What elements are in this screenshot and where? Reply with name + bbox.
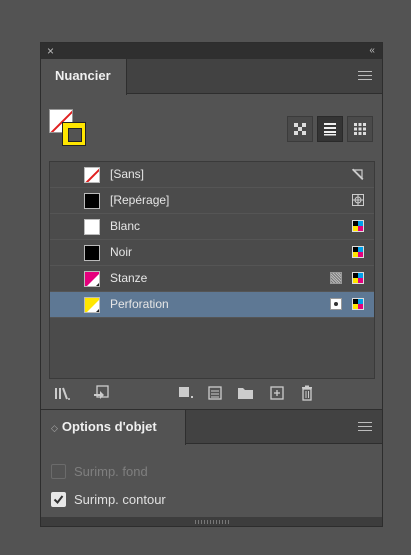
swatch-name: [Repérage]	[110, 193, 170, 207]
swatch-row-blanc[interactable]: Blanc	[50, 214, 374, 240]
tab-nuancier[interactable]: Nuancier	[41, 59, 127, 95]
small-swatch-view-button[interactable]	[287, 116, 313, 142]
swatches-toolbar	[49, 383, 375, 405]
swatch-name: Blanc	[110, 219, 141, 233]
swatch-row-noir[interactable]: Noir	[50, 240, 374, 266]
panel-menu-icon[interactable]	[358, 422, 372, 432]
resize-grip[interactable]	[195, 520, 229, 524]
panel-window: × ‹‹ Nuancier [Sans] [Repérage] Blanc No…	[40, 42, 383, 527]
spot-icon	[330, 298, 342, 310]
place-swatches-icon[interactable]	[93, 385, 111, 401]
swatch-none-chip	[84, 167, 100, 183]
object-options-panel: ◇ Options d'objet Surimp. fond Surimp. co…	[41, 409, 382, 526]
close-icon[interactable]: ×	[47, 44, 54, 58]
object-options-tabbar: ◇ Options d'objet	[41, 410, 382, 445]
new-swatch-icon[interactable]	[269, 385, 287, 401]
swatch-stanze-chip	[84, 271, 100, 287]
swatch-name: Noir	[110, 245, 133, 259]
fill-stroke-widget[interactable]	[49, 109, 89, 149]
overprint-stroke-checkbox[interactable]: Surimp. contour	[51, 490, 166, 508]
overprint-fill-checkbox[interactable]: Surimp. fond	[51, 462, 148, 480]
small-grid-icon	[294, 123, 306, 135]
swatch-name: Stanze	[110, 271, 148, 285]
show-color-swatches-icon[interactable]	[177, 385, 195, 401]
checkbox-box[interactable]	[51, 463, 66, 479]
swatch-row-perforation[interactable]: Perforation	[50, 292, 374, 318]
cmyk-icon	[352, 298, 364, 310]
registration-icon	[352, 194, 364, 206]
no-edit-icon	[352, 168, 364, 180]
swatch-perforation-chip	[84, 297, 100, 313]
trash-icon[interactable]	[299, 385, 317, 401]
panel-titlebar[interactable]: × ‹‹	[41, 43, 382, 59]
cmyk-icon	[352, 272, 364, 284]
checkbox-label: Surimp. fond	[74, 463, 148, 479]
checkbox-box[interactable]	[51, 491, 66, 507]
swatch-name: Perforation	[110, 297, 169, 311]
swatch-registration-chip	[84, 193, 100, 209]
swatch-row-registration[interactable]: [Repérage]	[50, 188, 374, 214]
list-icon	[324, 123, 336, 136]
checkmark-icon	[53, 494, 64, 504]
view-mode-buttons	[287, 116, 373, 142]
swatch-row-stanze[interactable]: Stanze	[50, 266, 374, 292]
checkbox-label: Surimp. contour	[74, 491, 166, 507]
swatch-options-icon[interactable]	[207, 385, 225, 401]
cmyk-icon	[352, 220, 364, 232]
tint-icon	[330, 272, 342, 284]
swatch-blanc-chip	[84, 219, 100, 235]
large-swatch-view-button[interactable]	[347, 116, 373, 142]
swatches-tabbar: Nuancier	[41, 59, 382, 95]
folder-icon[interactable]	[237, 385, 255, 401]
tab-label: Options d'objet	[61, 419, 157, 434]
swatch-name: [Sans]	[110, 167, 145, 181]
collapse-icon[interactable]: ‹‹	[369, 44, 375, 58]
grid-icon	[354, 123, 366, 135]
swatch-library-icon[interactable]	[53, 385, 71, 401]
cmyk-icon	[352, 246, 364, 258]
tab-options-objet[interactable]: ◇ Options d'objet	[41, 410, 186, 445]
stroke-swatch[interactable]	[62, 122, 86, 146]
list-view-button[interactable]	[317, 116, 343, 142]
swatch-noir-chip	[84, 245, 100, 261]
diamond-icon: ◇	[51, 423, 58, 433]
swatch-list[interactable]: [Sans] [Repérage] Blanc Noir Stanze Perf…	[49, 161, 375, 379]
panel-menu-icon[interactable]	[358, 71, 372, 81]
swatch-row-sans[interactable]: [Sans]	[50, 162, 374, 188]
